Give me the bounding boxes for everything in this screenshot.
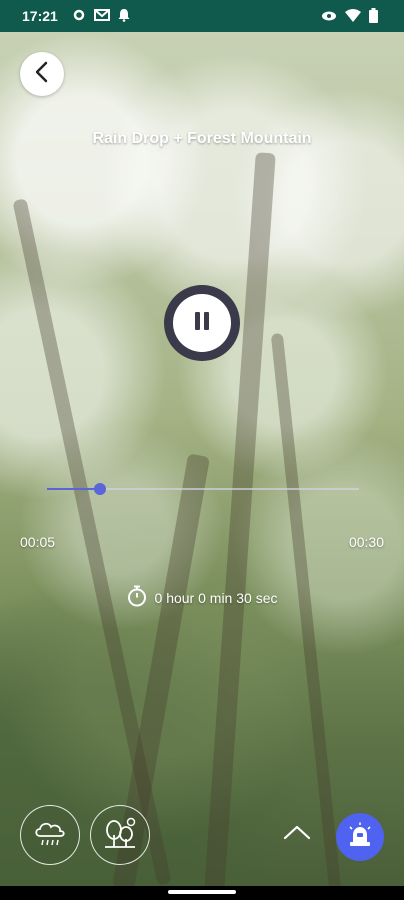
alarm-button[interactable] xyxy=(336,813,384,861)
chevron-up-icon xyxy=(282,825,312,846)
progress-slider[interactable] xyxy=(47,483,359,495)
settings-icon xyxy=(72,8,86,25)
system-nav-bar xyxy=(0,886,404,900)
progress-thumb[interactable] xyxy=(94,483,107,495)
siren-alarm-icon xyxy=(346,822,374,853)
timer-text: 0 hour 0 min 30 sec xyxy=(154,589,278,606)
pause-button[interactable] xyxy=(164,285,240,361)
gmail-icon xyxy=(93,8,110,24)
notification-bell-icon xyxy=(118,8,130,25)
status-time: 17:21 xyxy=(22,8,58,24)
battery-icon xyxy=(369,8,378,26)
current-time: 00:05 xyxy=(20,534,56,550)
back-button[interactable] xyxy=(20,52,64,96)
track-title: Rain Drop + Forest Mountain xyxy=(92,130,312,147)
rain-cloud-icon xyxy=(32,816,68,855)
timer-display[interactable]: 0 hour 0 min 30 sec xyxy=(0,585,404,610)
wifi-icon xyxy=(345,9,361,25)
forest-background-image xyxy=(0,32,404,892)
pause-icon xyxy=(191,310,213,337)
progress-fill xyxy=(47,488,101,490)
total-time: 00:30 xyxy=(348,534,384,550)
status-bar: 17:21 xyxy=(0,0,404,32)
eye-icon xyxy=(321,9,337,25)
sound-forest-button[interactable] xyxy=(90,805,150,865)
sound-rain-button[interactable] xyxy=(20,805,80,865)
stopwatch-icon xyxy=(127,585,147,610)
home-handle[interactable] xyxy=(168,890,236,894)
chevron-left-icon xyxy=(33,61,51,88)
forest-trees-icon xyxy=(101,815,139,856)
expand-button[interactable] xyxy=(282,822,312,842)
